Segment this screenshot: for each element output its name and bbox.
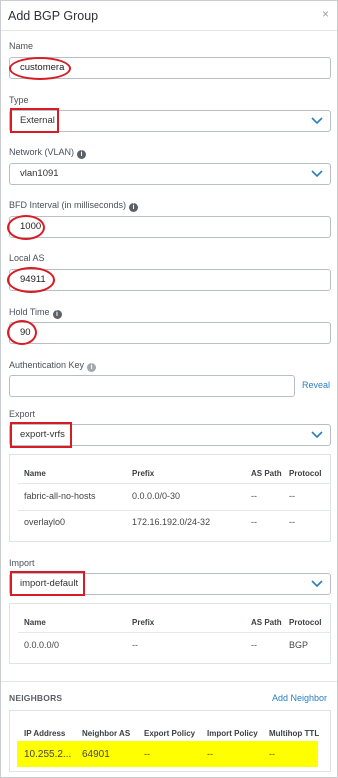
table-cell[interactable]: 10.255.2... bbox=[24, 749, 71, 760]
table-cell: -- bbox=[289, 517, 295, 527]
network-select[interactable]: vlan1091 bbox=[9, 163, 331, 185]
table-cell: -- bbox=[289, 491, 295, 501]
column-header: Protocol bbox=[289, 618, 322, 627]
type-label: Type bbox=[9, 95, 29, 105]
annotation-rect-type bbox=[10, 108, 59, 133]
auth-input[interactable] bbox=[9, 375, 295, 397]
import-policy-table: Name Prefix AS Path Protocol 0.0.0.0/0 -… bbox=[9, 603, 331, 664]
import-label: Import bbox=[9, 558, 35, 568]
column-header: AS Path bbox=[251, 618, 282, 627]
info-icon[interactable]: i bbox=[52, 310, 62, 319]
reveal-link[interactable]: Reveal bbox=[302, 380, 330, 390]
panel-title: Add BGP Group bbox=[8, 9, 99, 23]
table-cell: -- bbox=[144, 749, 150, 759]
chevron-down-icon bbox=[311, 580, 323, 588]
local-as-label: Local AS bbox=[9, 253, 45, 263]
column-header: Multihop TTL bbox=[269, 729, 320, 738]
column-header: Prefix bbox=[132, 618, 155, 627]
local-as-input[interactable]: 94911 bbox=[9, 269, 331, 291]
table-cell: overlaylo0 bbox=[24, 517, 66, 527]
table-cell: -- bbox=[251, 640, 257, 650]
annotation-oval-name bbox=[9, 57, 71, 80]
panel-header: Add BGP Group × bbox=[1, 1, 337, 31]
table-cell: 0.0.0.0/0-30 bbox=[132, 491, 181, 501]
annotation-rect-export bbox=[10, 422, 72, 448]
neighbors-table: IP Address Neighbor AS Export Policy Imp… bbox=[9, 710, 331, 772]
chevron-down-icon bbox=[311, 431, 323, 439]
close-icon[interactable]: × bbox=[322, 7, 329, 21]
table-cell: 64901 bbox=[82, 749, 110, 760]
info-icon[interactable]: i bbox=[77, 150, 87, 159]
network-label: Network (VLAN) i bbox=[9, 147, 87, 159]
table-cell: -- bbox=[251, 517, 257, 527]
table-cell: -- bbox=[269, 749, 275, 759]
row-divider bbox=[18, 632, 330, 633]
network-label-text: Network (VLAN) bbox=[9, 147, 75, 157]
bfd-input[interactable]: 1000 bbox=[9, 216, 331, 238]
annotation-rect-import bbox=[10, 571, 85, 596]
row-divider bbox=[18, 483, 330, 484]
annotation-oval-hold-time bbox=[7, 320, 37, 345]
column-header: IP Address bbox=[24, 729, 66, 738]
add-bgp-group-panel: Add BGP Group × Name customera Type Exte… bbox=[0, 0, 338, 778]
column-header: Protocol bbox=[289, 469, 322, 478]
column-header: Export Policy bbox=[144, 729, 196, 738]
chevron-down-icon bbox=[311, 170, 323, 178]
info-icon[interactable]: i bbox=[87, 363, 97, 372]
hold-time-input[interactable]: 90 bbox=[9, 322, 331, 344]
table-cell: -- bbox=[251, 491, 257, 501]
bfd-label: BFD Interval (in milliseconds) i bbox=[9, 200, 139, 212]
auth-label: Authentication Key i bbox=[9, 360, 97, 372]
table-cell: BGP bbox=[289, 640, 309, 650]
chevron-down-icon bbox=[311, 117, 323, 125]
column-header: AS Path bbox=[251, 469, 282, 478]
column-header: Import Policy bbox=[207, 729, 258, 738]
column-header: Name bbox=[24, 618, 46, 627]
name-label: Name bbox=[9, 41, 34, 51]
bfd-label-text: BFD Interval (in milliseconds) bbox=[9, 200, 127, 210]
export-label: Export bbox=[9, 409, 36, 419]
add-neighbor-button[interactable]: Add Neighbor bbox=[272, 693, 327, 703]
column-header: Name bbox=[24, 469, 46, 478]
table-cell: -- bbox=[132, 640, 138, 650]
row-divider bbox=[18, 510, 330, 511]
table-cell: fabric-all-no-hosts bbox=[24, 491, 96, 501]
info-icon[interactable]: i bbox=[129, 203, 139, 212]
network-value: vlan1091 bbox=[20, 168, 59, 179]
auth-label-text: Authentication Key bbox=[9, 360, 85, 370]
annotation-oval-local-as bbox=[7, 267, 55, 293]
table-cell: 172.16.192.0/24-32 bbox=[132, 517, 211, 527]
section-divider bbox=[1, 681, 337, 682]
hold-time-label: Hold Time i bbox=[9, 307, 62, 319]
hold-time-label-text: Hold Time bbox=[9, 307, 50, 317]
annotation-oval-bfd bbox=[7, 215, 45, 240]
table-cell: -- bbox=[207, 749, 213, 759]
column-header: Neighbor AS bbox=[82, 729, 131, 738]
table-cell: 0.0.0.0/0 bbox=[24, 640, 60, 650]
column-header: Prefix bbox=[132, 469, 155, 478]
export-policy-table: Name Prefix AS Path Protocol fabric-all-… bbox=[9, 454, 331, 542]
neighbors-section-label: NEIGHBORS bbox=[9, 693, 63, 703]
